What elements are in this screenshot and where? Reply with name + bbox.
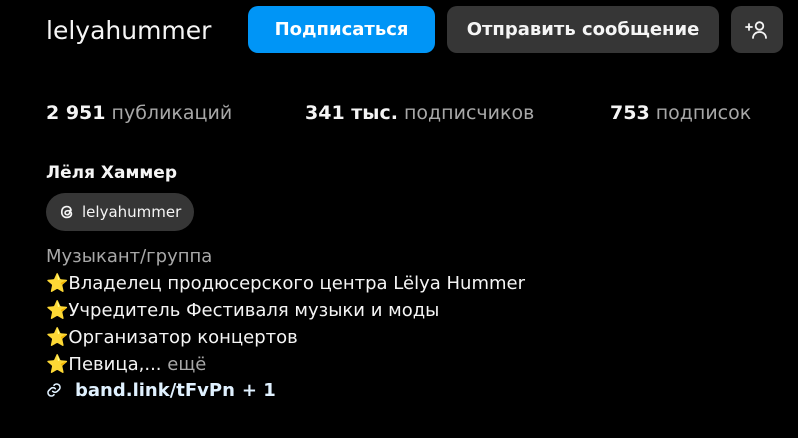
follow-button-label: Подписаться: [274, 19, 409, 40]
link-icon: [46, 381, 64, 399]
bio-more-button[interactable]: ещё: [167, 354, 206, 375]
following-label: подписок: [655, 102, 752, 124]
add-user-icon: [745, 18, 769, 42]
profile-link-text: band.link/tFvPn: [75, 379, 235, 401]
threads-badge[interactable]: lelyahummer: [46, 193, 195, 231]
posts-stat: 2 951 публикаций: [46, 97, 232, 129]
profile-full-name: Лёля Хаммер: [46, 163, 178, 183]
star-icon: ⭐: [46, 300, 69, 321]
bio-line: ⭐Певица,... ещё: [46, 351, 525, 378]
bio-line-text: Учредитель Фестиваля музыки и моды: [68, 300, 440, 321]
posts-label: публикаций: [111, 102, 233, 124]
suggest-similar-button[interactable]: [731, 6, 783, 53]
bio-line-text: Организатор концертов: [68, 327, 298, 348]
following-count: 753: [610, 102, 650, 124]
posts-count: 2 951: [46, 102, 106, 124]
bio-line-text: Владелец продюсерского центра Lëlya Humm…: [68, 273, 525, 294]
star-icon: ⭐: [46, 327, 69, 348]
star-icon: ⭐: [46, 354, 69, 375]
threads-handle: lelyahummer: [82, 203, 182, 221]
profile-bio: Музыкант/группа ⭐Владелец продюсерского …: [46, 243, 525, 378]
profile-stats: 2 951 публикаций 341 тыс. подписчиков 75…: [0, 97, 798, 129]
bio-line: ⭐Владелец продюсерского центра Lëlya Hum…: [46, 270, 525, 297]
following-stat[interactable]: 753 подписок: [610, 97, 751, 129]
bio-line-text: Певица,...: [68, 354, 162, 375]
bio-line: ⭐Учредитель Фестиваля музыки и моды: [46, 297, 525, 324]
threads-icon: [57, 202, 77, 222]
profile-category: Музыкант/группа: [46, 246, 213, 267]
profile-link[interactable]: band.link/tFvPn + 1: [46, 376, 276, 404]
followers-stat[interactable]: 341 тыс. подписчиков: [305, 97, 534, 129]
followers-count: 341 тыс.: [305, 102, 398, 124]
profile-username: lelyahummer: [46, 16, 212, 45]
followers-label: подписчиков: [404, 102, 535, 124]
profile-link-extra: + 1: [241, 379, 276, 401]
follow-button[interactable]: Подписаться: [248, 6, 435, 53]
send-message-button[interactable]: Отправить сообщение: [447, 6, 719, 53]
bio-line: ⭐Организатор концертов: [46, 324, 525, 351]
star-icon: ⭐: [46, 273, 69, 294]
send-message-button-label: Отправить сообщение: [466, 19, 700, 40]
